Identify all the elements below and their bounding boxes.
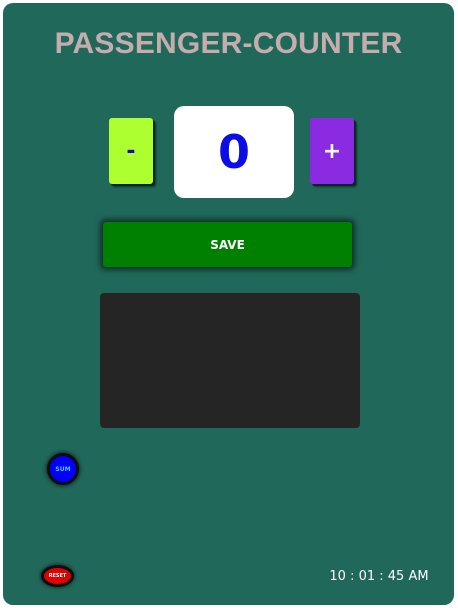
clock-time: 10 : 01 : 45 AM — [329, 569, 429, 584]
sum-button[interactable]: SUM — [47, 453, 79, 485]
decrement-button[interactable]: - — [109, 118, 153, 184]
saved-entries-panel — [100, 293, 360, 428]
increment-button[interactable]: + — [310, 118, 354, 184]
app-container: PASSENGER-COUNTER - 0 + SAVE SUM RESET 1… — [3, 3, 454, 605]
reset-button[interactable]: RESET — [41, 565, 74, 587]
count-value: 0 — [217, 125, 250, 179]
save-button[interactable]: SAVE — [103, 222, 352, 267]
page-title: PASSENGER-COUNTER — [54, 27, 403, 60]
count-display: 0 — [174, 106, 294, 198]
